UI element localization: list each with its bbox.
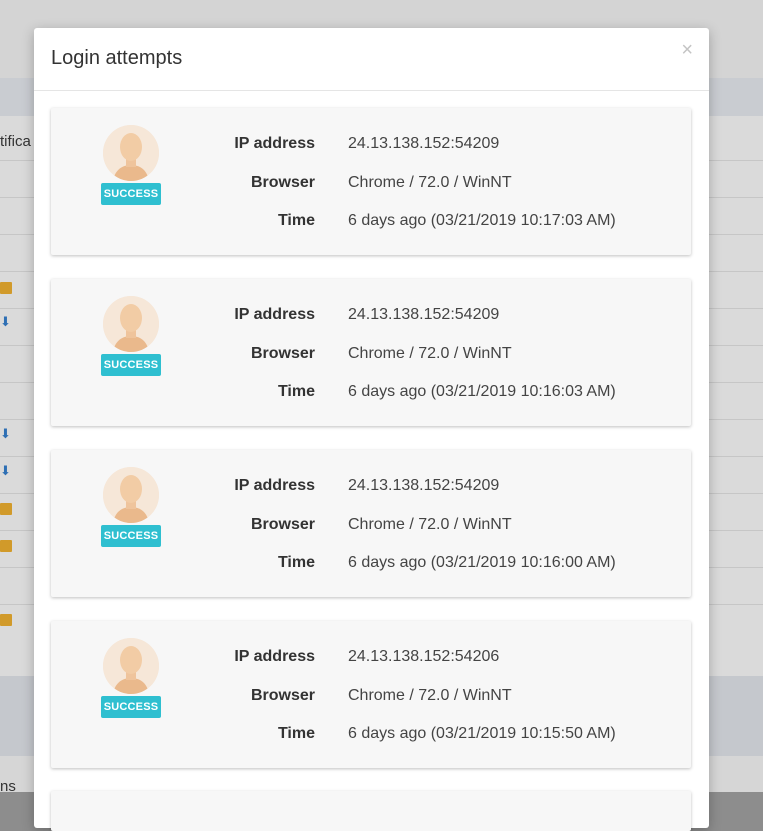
time-value: 6 days ago (03/21/2019 10:15:50 AM) [348,725,616,742]
time-label: Time [277,554,315,571]
modal-title: Login attempts [51,47,183,69]
time-value: 6 days ago (03/21/2019 10:17:03 AM) [348,212,616,229]
ip-address-value: 24.13.138.152:54209 [348,135,500,152]
status-badge: SUCCESS [101,525,161,547]
ip-address-value: 24.13.138.152:54206 [348,648,500,665]
time-label: Time [277,383,315,400]
time-label: Time [277,212,315,229]
login-attempt-card: SUCCESS IP address 24.13.138.152:54209 B… [51,450,691,597]
login-attempt-card: SUCCESS IP address 24.13.138.152:54209 B… [51,279,691,426]
browser-value: Chrome / 72.0 / WinNT [348,174,512,191]
login-attempts-modal: Login attempts × SUCCESS IP address 24.1… [34,28,709,831]
browser-value: Chrome / 72.0 / WinNT [348,345,512,362]
time-value: 6 days ago (03/21/2019 10:16:00 AM) [348,554,616,571]
browser-label: Browser [250,345,315,362]
browser-label: Browser [250,687,315,704]
browser-value: Chrome / 72.0 / WinNT [348,516,512,533]
time-label: Time [277,725,315,742]
ip-address-label: IP address [234,648,315,665]
login-attempt-card: SUCCESS IP address 24.13.138.152:54209 B… [51,108,691,255]
ip-address-label: IP address [234,135,315,152]
avatar [103,638,159,694]
ip-address-value: 24.13.138.152:54209 [348,306,500,323]
ip-address-label: IP address [234,477,315,494]
modal-header: Login attempts × [34,28,709,91]
browser-label: Browser [250,516,315,533]
status-badge: SUCCESS [101,696,161,718]
avatar [103,125,159,181]
status-badge: SUCCESS [101,354,161,376]
close-icon[interactable]: × [681,40,693,60]
login-attempt-card [51,791,691,831]
browser-value: Chrome / 72.0 / WinNT [348,687,512,704]
avatar [103,467,159,523]
time-value: 6 days ago (03/21/2019 10:16:03 AM) [348,383,616,400]
browser-label: Browser [250,174,315,191]
status-badge: SUCCESS [101,183,161,205]
ip-address-label: IP address [234,306,315,323]
avatar [103,296,159,352]
login-attempt-card: SUCCESS IP address 24.13.138.152:54206 B… [51,621,691,768]
ip-address-value: 24.13.138.152:54209 [348,477,500,494]
